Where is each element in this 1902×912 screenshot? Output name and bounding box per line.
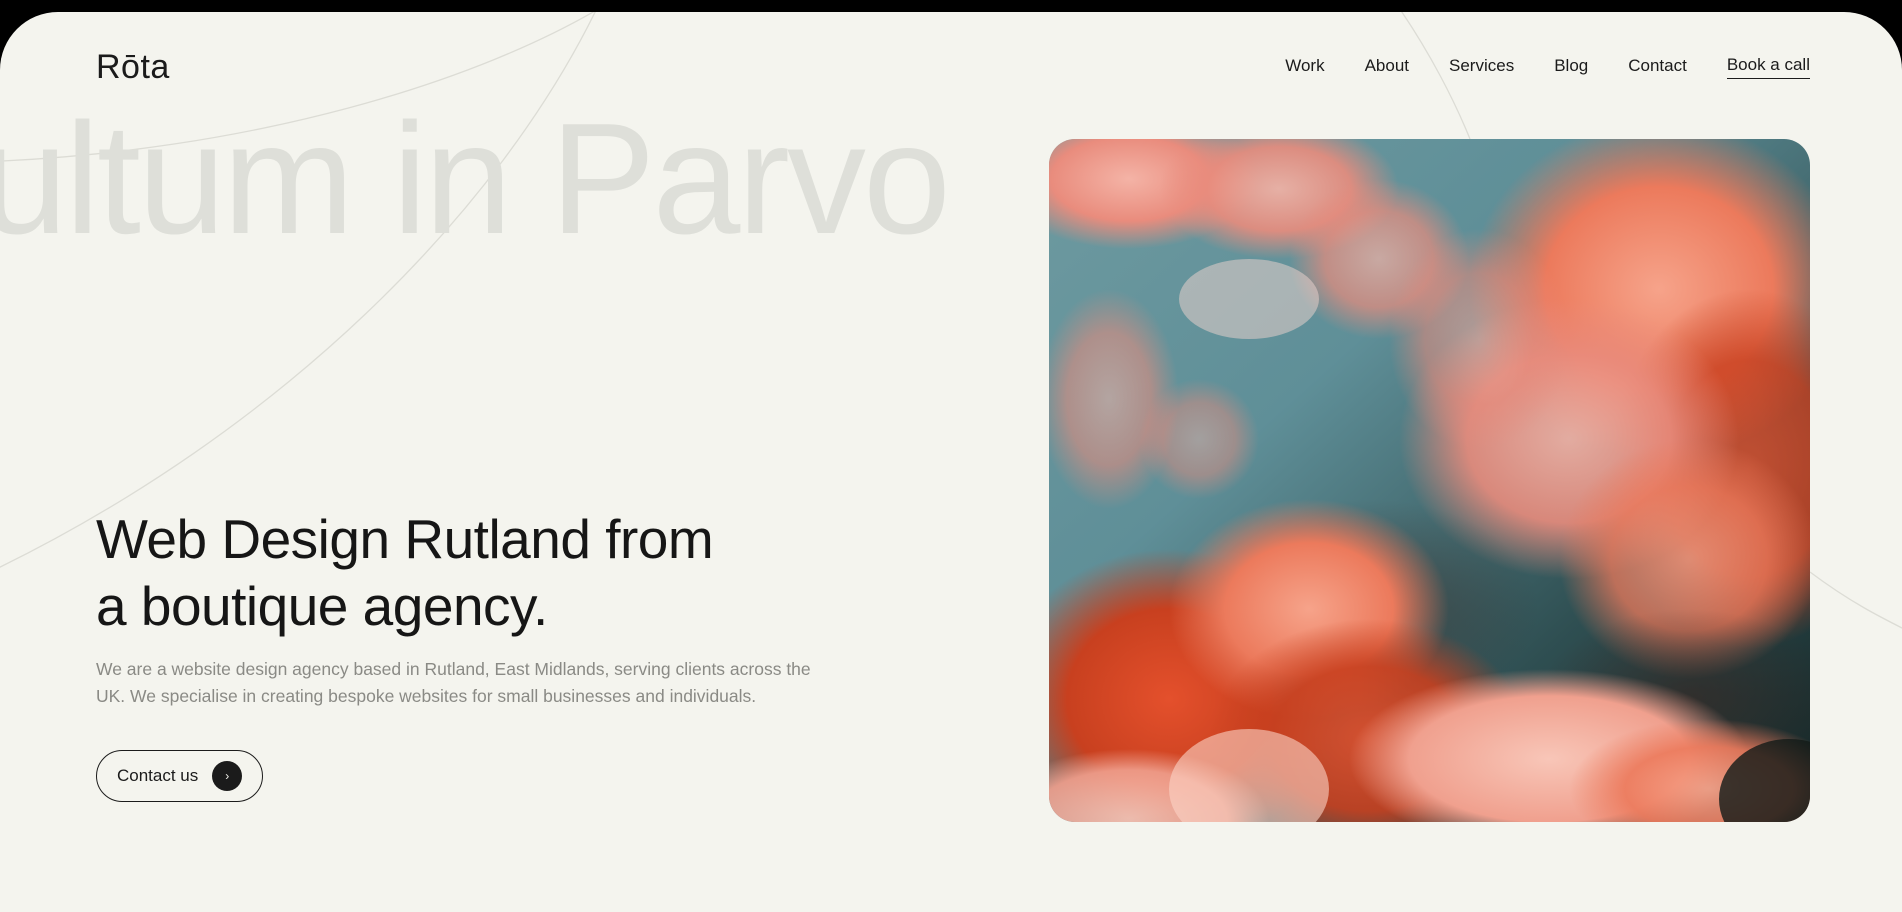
nav-link-work[interactable]: Work [1285,57,1324,79]
page: ultum in Parvo Rōta Work About Services … [0,12,1902,912]
arrow-right-icon: › [212,761,243,791]
clouds-illustration [1049,139,1810,822]
nav-link-services[interactable]: Services [1449,57,1514,79]
brand-logo[interactable]: Rōta [96,50,170,84]
hero-title-line-2: a boutique agency. [96,575,548,637]
book-a-call-link[interactable]: Book a call [1726,56,1810,79]
hero-description: We are a website design agency based in … [96,656,856,710]
hero-description-line-2: UK. We specialise in creating bespoke we… [96,686,757,706]
hero-description-line-1: We are a website design agency based in … [96,659,811,679]
contact-us-button-label: Contact us [117,766,199,785]
nav-link-blog[interactable]: Blog [1554,57,1588,79]
background-watermark-text: ultum in Parvo [0,91,951,267]
contact-us-button[interactable]: Contact us › [96,750,264,802]
nav-link-about[interactable]: About [1365,57,1409,79]
hero-title: Web Design Rutland from a boutique agenc… [96,506,816,640]
main-navigation: Work About Services Blog Contact Book a … [1285,56,1810,79]
hero-clouds-image [1049,139,1810,822]
hero-title-line-1: Web Design Rutland from [96,508,714,570]
nav-link-contact[interactable]: Contact [1628,57,1687,79]
